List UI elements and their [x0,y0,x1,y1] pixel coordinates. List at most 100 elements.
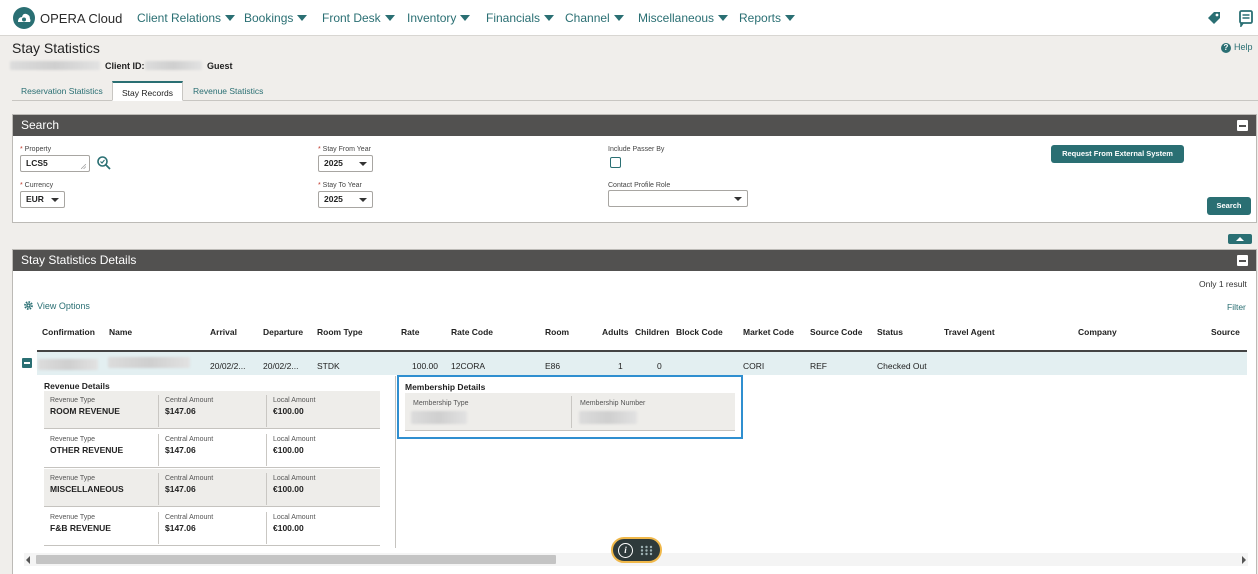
col-children[interactable]: Children [635,327,669,337]
col-travel-agent[interactable]: Travel Agent [944,327,995,337]
col-arrival[interactable]: Arrival [210,327,237,337]
tab-revenue-statistics[interactable]: Revenue Statistics [184,81,272,101]
col-confirmation[interactable]: Confirmation [42,327,95,337]
col-rate[interactable]: Rate [401,327,419,337]
cell-children: 0 [657,361,662,371]
tag-icon[interactable] [1205,9,1223,27]
cell-departure: 20/02/2... [263,361,299,371]
col-company[interactable]: Company [1078,327,1117,337]
chevron-down-icon [359,198,367,202]
nav-channel[interactable]: Channel [565,11,624,25]
col-departure[interactable]: Departure [263,327,303,337]
membership-row: Membership Type Membership Number [405,393,735,431]
nav-inventory[interactable]: Inventory [407,11,471,25]
search-button[interactable]: Search [1207,197,1251,215]
redacted-membership-number [579,411,637,424]
cell-rate: 100.00 [412,361,438,371]
notes-icon[interactable] [1237,9,1255,29]
scroll-left-icon[interactable] [26,556,30,564]
top-navigation-bar: OPERA Cloud Client Relations Bookings Fr… [0,0,1258,36]
revenue-row: Revenue Type ROOM REVENUE Central Amount $… [44,391,380,429]
stay-from-year-select[interactable]: 2025 [318,155,373,172]
col-status[interactable]: Status [877,327,903,337]
nav-miscellaneous[interactable]: Miscellaneous [638,11,729,25]
chevron-down-icon [384,15,395,21]
collapse-icon[interactable] [1237,120,1248,131]
collapse-icon[interactable] [1237,255,1248,266]
chevron-down-icon [297,15,308,21]
resize-handle-icon [81,164,86,169]
revenue-row: Revenue Type OTHER REVENUE Central Amount… [44,430,380,468]
scroll-right-icon[interactable] [1242,556,1246,564]
cell-room: E86 [545,361,561,371]
redacted-confirmation [38,359,98,370]
stay-details-header: Stay Statistics Details [13,250,1256,271]
search-panel-header: Search [13,115,1256,136]
chevron-down-icon [51,198,59,202]
col-room[interactable]: Room [545,327,569,337]
contact-profile-role-select[interactable] [608,190,748,207]
membership-number-label: Membership Number [580,400,646,407]
redacted-name [108,357,190,368]
request-external-system-button[interactable]: Request From External System [1051,145,1184,163]
col-source[interactable]: Source [1211,327,1240,337]
opera-logo-icon[interactable] [13,7,35,29]
revenue-row: Revenue Type MISCELLANEOUS Central Amount… [44,469,380,507]
redacted-client-id [145,61,202,70]
cell-room-type: STDK [317,361,340,371]
chevron-down-icon [544,15,555,21]
scrollbar-thumb[interactable] [36,555,556,564]
col-room-type[interactable]: Room Type [317,327,363,337]
nav-client-relations[interactable]: Client Relations [137,11,236,25]
membership-details-title: Membership Details [405,382,486,392]
col-source-code[interactable]: Source Code [810,327,862,337]
col-name[interactable]: Name [109,327,132,337]
info-icon[interactable]: i [618,543,633,558]
details-divider [395,376,396,548]
scroll-up-button[interactable] [1228,234,1252,244]
col-market-code[interactable]: Market Code [743,327,794,337]
nav-front-desk[interactable]: Front Desk [322,11,395,25]
include-passer-by-checkbox[interactable] [610,157,621,168]
guest-label: Guest [207,61,233,71]
filter-link[interactable]: Filter [1227,302,1246,312]
cell-arrival: 20/02/2... [210,361,246,371]
app-brand[interactable]: OPERA Cloud [40,11,122,26]
col-adults[interactable]: Adults [602,327,628,337]
include-passer-by-label: Include Passer By [608,146,665,153]
stay-to-year-select[interactable]: 2025 [318,191,373,208]
view-options-link[interactable]: View Options [23,300,90,311]
tab-stay-records[interactable]: Stay Records [112,81,184,101]
search-panel-title: Search [21,118,60,132]
chevron-down-icon [359,162,367,166]
client-id-label: Client ID: [105,61,145,71]
stay-from-year-label: * Stay From Year [318,146,371,153]
floating-toolbar[interactable]: i [611,537,662,563]
property-label: * Property [20,146,52,153]
cell-status: Checked Out [877,361,927,371]
chevron-down-icon [734,197,742,201]
chevron-up-icon [1236,237,1244,241]
cell-rate-code: 12CORA [451,361,486,371]
grid-apps-icon[interactable] [640,545,653,556]
redacted-membership-type [411,411,467,424]
nav-bookings[interactable]: Bookings [244,11,308,25]
chevron-down-icon [225,15,236,21]
contact-profile-role-label: Contact Profile Role [608,182,671,189]
chevron-down-icon [613,15,624,21]
search-panel: Search * Property LCS5 * Currency EUR * … [12,114,1257,223]
chevron-down-icon [460,15,471,21]
currency-select[interactable]: EUR [20,191,65,208]
membership-type-label: Membership Type [413,400,469,407]
tab-reservation-statistics[interactable]: Reservation Statistics [12,81,112,101]
stay-details-title: Stay Statistics Details [21,253,137,267]
help-icon: ? [1221,43,1231,53]
search-lookup-icon[interactable] [96,155,112,171]
nav-financials[interactable]: Financials [486,11,555,25]
property-input[interactable]: LCS5 [20,155,90,172]
nav-reports[interactable]: Reports [739,11,796,25]
col-block-code[interactable]: Block Code [676,327,723,337]
row-collapse-icon[interactable] [22,358,32,368]
help-link[interactable]: ? Help [1221,42,1253,53]
col-rate-code[interactable]: Rate Code [451,327,493,337]
